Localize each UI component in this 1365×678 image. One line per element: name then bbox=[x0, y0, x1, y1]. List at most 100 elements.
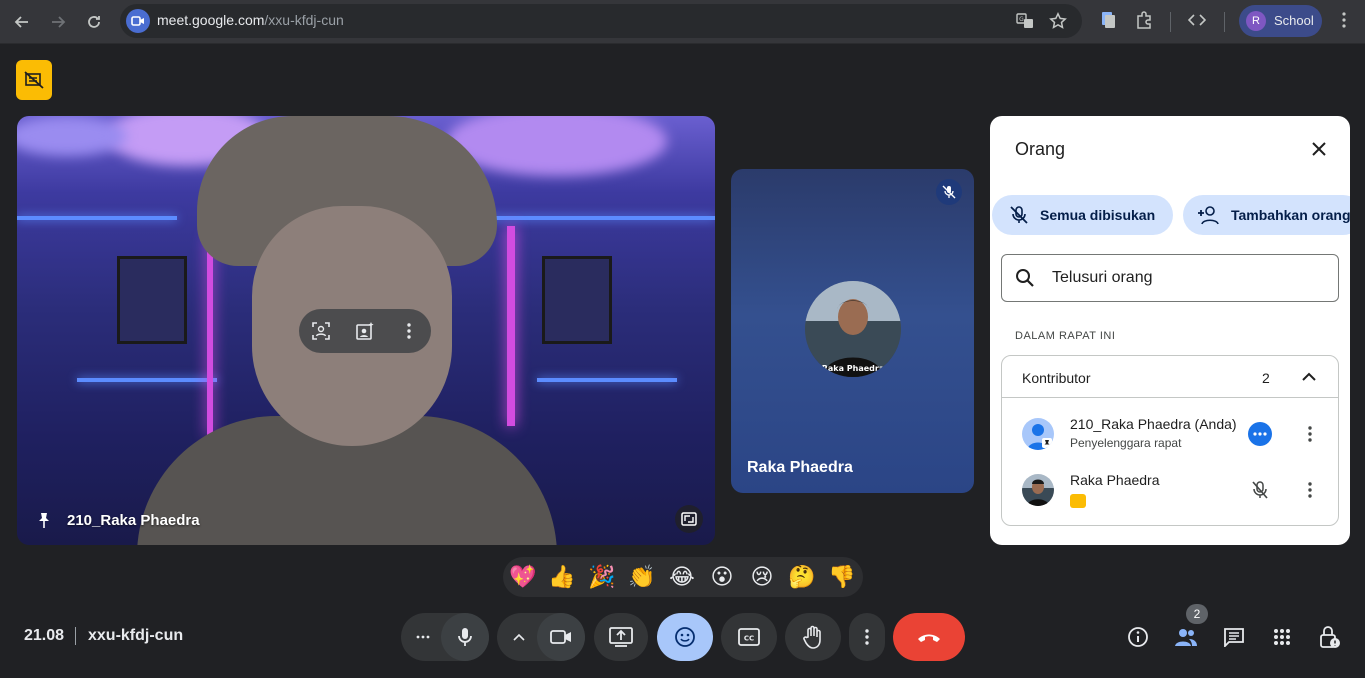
people-icon[interactable] bbox=[1173, 624, 1199, 650]
recording-status-icon bbox=[1070, 494, 1086, 508]
panel-title: Orang bbox=[1015, 139, 1066, 159]
search-people-input[interactable] bbox=[1052, 265, 1322, 291]
search-icon bbox=[1014, 267, 1038, 291]
reaction-clap[interactable]: 👏 bbox=[627, 563, 657, 591]
chat-icon[interactable] bbox=[1221, 624, 1247, 650]
svg-text:G: G bbox=[1019, 16, 1024, 23]
background-neon bbox=[507, 226, 515, 426]
main-video-tile[interactable]: 210_Raka Phaedra bbox=[17, 116, 715, 545]
reaction-bar: 💖 👍 🎉 👏 😂 😮 😢 🤔 👎 bbox=[503, 557, 863, 597]
participant-count-badge: 2 bbox=[1186, 604, 1208, 624]
back-icon[interactable] bbox=[8, 8, 36, 36]
recording-status-icon[interactable] bbox=[16, 60, 52, 100]
meeting-code: xxu-kfdj-cun bbox=[88, 627, 184, 644]
camera-control-group bbox=[497, 613, 585, 661]
add-people-label: Tambahkan orang bbox=[1231, 207, 1350, 223]
group-title: Kontributor bbox=[1022, 370, 1091, 386]
browser-menu-icon[interactable] bbox=[1333, 9, 1355, 31]
reaction-party[interactable]: 🎉 bbox=[587, 563, 617, 591]
reaction-thumbs-down[interactable]: 👎 bbox=[827, 563, 857, 591]
fullscreen-icon[interactable] bbox=[675, 505, 703, 533]
participant-row: 210_Raka Phaedra (Anda) Penyelenggara ra… bbox=[1002, 410, 1338, 462]
captions-button[interactable]: CC bbox=[721, 613, 777, 661]
tile-hover-controls bbox=[299, 309, 431, 353]
background-shelf bbox=[77, 378, 217, 382]
extensions-puzzle-icon[interactable] bbox=[1133, 9, 1155, 31]
chevron-up-icon[interactable] bbox=[1298, 366, 1320, 388]
meet-site-icon bbox=[126, 9, 150, 33]
url-path: /xxu-kfdj-cun bbox=[264, 12, 344, 28]
mic-control-group bbox=[401, 613, 489, 661]
bottom-divider bbox=[75, 627, 76, 645]
add-people-button[interactable]: Tambahkan orang bbox=[1183, 195, 1350, 235]
contributors-group: Kontributor 2 210_Raka Phaedra (Anda) Pe… bbox=[1001, 355, 1339, 526]
url-text[interactable]: meet.google.com/xxu-kfdj-cun bbox=[157, 12, 344, 28]
background-poster bbox=[542, 256, 612, 344]
audio-options-icon[interactable] bbox=[401, 613, 445, 661]
microphone-button[interactable] bbox=[441, 613, 489, 661]
reaction-thumbs-up[interactable]: 👍 bbox=[547, 563, 577, 591]
group-header[interactable]: Kontributor 2 bbox=[1002, 356, 1338, 398]
background-shelf bbox=[17, 216, 177, 220]
participant-options-icon[interactable] bbox=[1248, 422, 1272, 446]
reaction-laugh[interactable]: 😂 bbox=[667, 563, 697, 591]
reactions-button[interactable] bbox=[657, 613, 713, 661]
activities-grid-icon[interactable] bbox=[1269, 624, 1295, 650]
reaction-heart[interactable]: 💖 bbox=[508, 563, 538, 591]
search-people-field[interactable] bbox=[1001, 254, 1339, 302]
mute-all-label: Semua dibisukan bbox=[1040, 207, 1156, 223]
hand-icon bbox=[803, 625, 821, 649]
add-person-icon bbox=[1197, 204, 1219, 226]
hang-up-icon bbox=[918, 634, 940, 642]
section-label: DALAM RAPAT INI bbox=[1015, 330, 1116, 342]
forward-icon[interactable] bbox=[44, 8, 72, 36]
address-bar[interactable]: meet.google.com/xxu-kfdj-cun G bbox=[120, 4, 1082, 38]
background-cloud bbox=[17, 116, 127, 156]
reaction-sad[interactable]: 😢 bbox=[747, 563, 777, 591]
background-poster bbox=[117, 256, 187, 344]
more-vert-icon[interactable] bbox=[1298, 422, 1322, 446]
group-count: 2 bbox=[1262, 370, 1270, 386]
avatar-caption: Raka Phaedra bbox=[822, 364, 885, 373]
meeting-time: 21.08 bbox=[24, 627, 65, 644]
participant-role: Penyelenggara rapat bbox=[1070, 436, 1182, 450]
reaction-thinking[interactable]: 🤔 bbox=[787, 563, 817, 591]
framing-icon[interactable] bbox=[309, 319, 333, 343]
profile-chip[interactable]: R School bbox=[1239, 5, 1322, 37]
camera-button[interactable] bbox=[537, 613, 585, 661]
extension-doc-icon[interactable] bbox=[1097, 9, 1119, 31]
participant-name: 210_Raka Phaedra (Anda) bbox=[1070, 416, 1237, 432]
participant-photo-avatar bbox=[1022, 474, 1054, 506]
url-host: meet.google.com bbox=[157, 12, 265, 28]
side-video-tile[interactable]: Raka Phaedra Raka Phaedra bbox=[731, 169, 974, 493]
background-shelf bbox=[537, 378, 677, 382]
mic-off-icon bbox=[1008, 204, 1030, 226]
host-controls-lock-icon[interactable] bbox=[1317, 624, 1343, 650]
background-shelf bbox=[487, 216, 715, 220]
translate-icon[interactable]: G bbox=[1015, 11, 1035, 31]
muted-mic-icon[interactable] bbox=[1248, 478, 1272, 502]
bookmark-star-icon[interactable] bbox=[1048, 11, 1068, 31]
present-screen-button[interactable] bbox=[594, 613, 648, 661]
reload-icon[interactable] bbox=[80, 8, 108, 36]
more-options-button[interactable] bbox=[849, 613, 885, 661]
pin-icon[interactable] bbox=[35, 511, 53, 529]
main-tile-name: 210_Raka Phaedra bbox=[67, 512, 200, 529]
meeting-info-icon[interactable] bbox=[1125, 624, 1151, 650]
devtools-code-icon[interactable] bbox=[1186, 9, 1208, 31]
more-vert-icon[interactable] bbox=[1298, 478, 1322, 502]
mute-all-button[interactable]: Semua dibisukan bbox=[992, 195, 1173, 235]
close-icon[interactable] bbox=[1306, 136, 1332, 162]
leave-call-button[interactable] bbox=[893, 613, 965, 661]
reaction-surprised[interactable]: 😮 bbox=[707, 563, 737, 591]
participant-row: Raka Phaedra bbox=[1002, 466, 1338, 518]
closed-captions-icon: CC bbox=[738, 628, 760, 646]
chevron-up-icon[interactable] bbox=[497, 613, 541, 661]
default-avatar bbox=[1022, 418, 1054, 450]
visual-effects-icon[interactable] bbox=[353, 319, 377, 343]
more-options-icon[interactable] bbox=[397, 319, 421, 343]
emoji-icon bbox=[675, 627, 695, 647]
raise-hand-button[interactable] bbox=[785, 613, 841, 661]
participant-avatar: Raka Phaedra bbox=[805, 281, 901, 377]
present-icon bbox=[609, 627, 633, 647]
